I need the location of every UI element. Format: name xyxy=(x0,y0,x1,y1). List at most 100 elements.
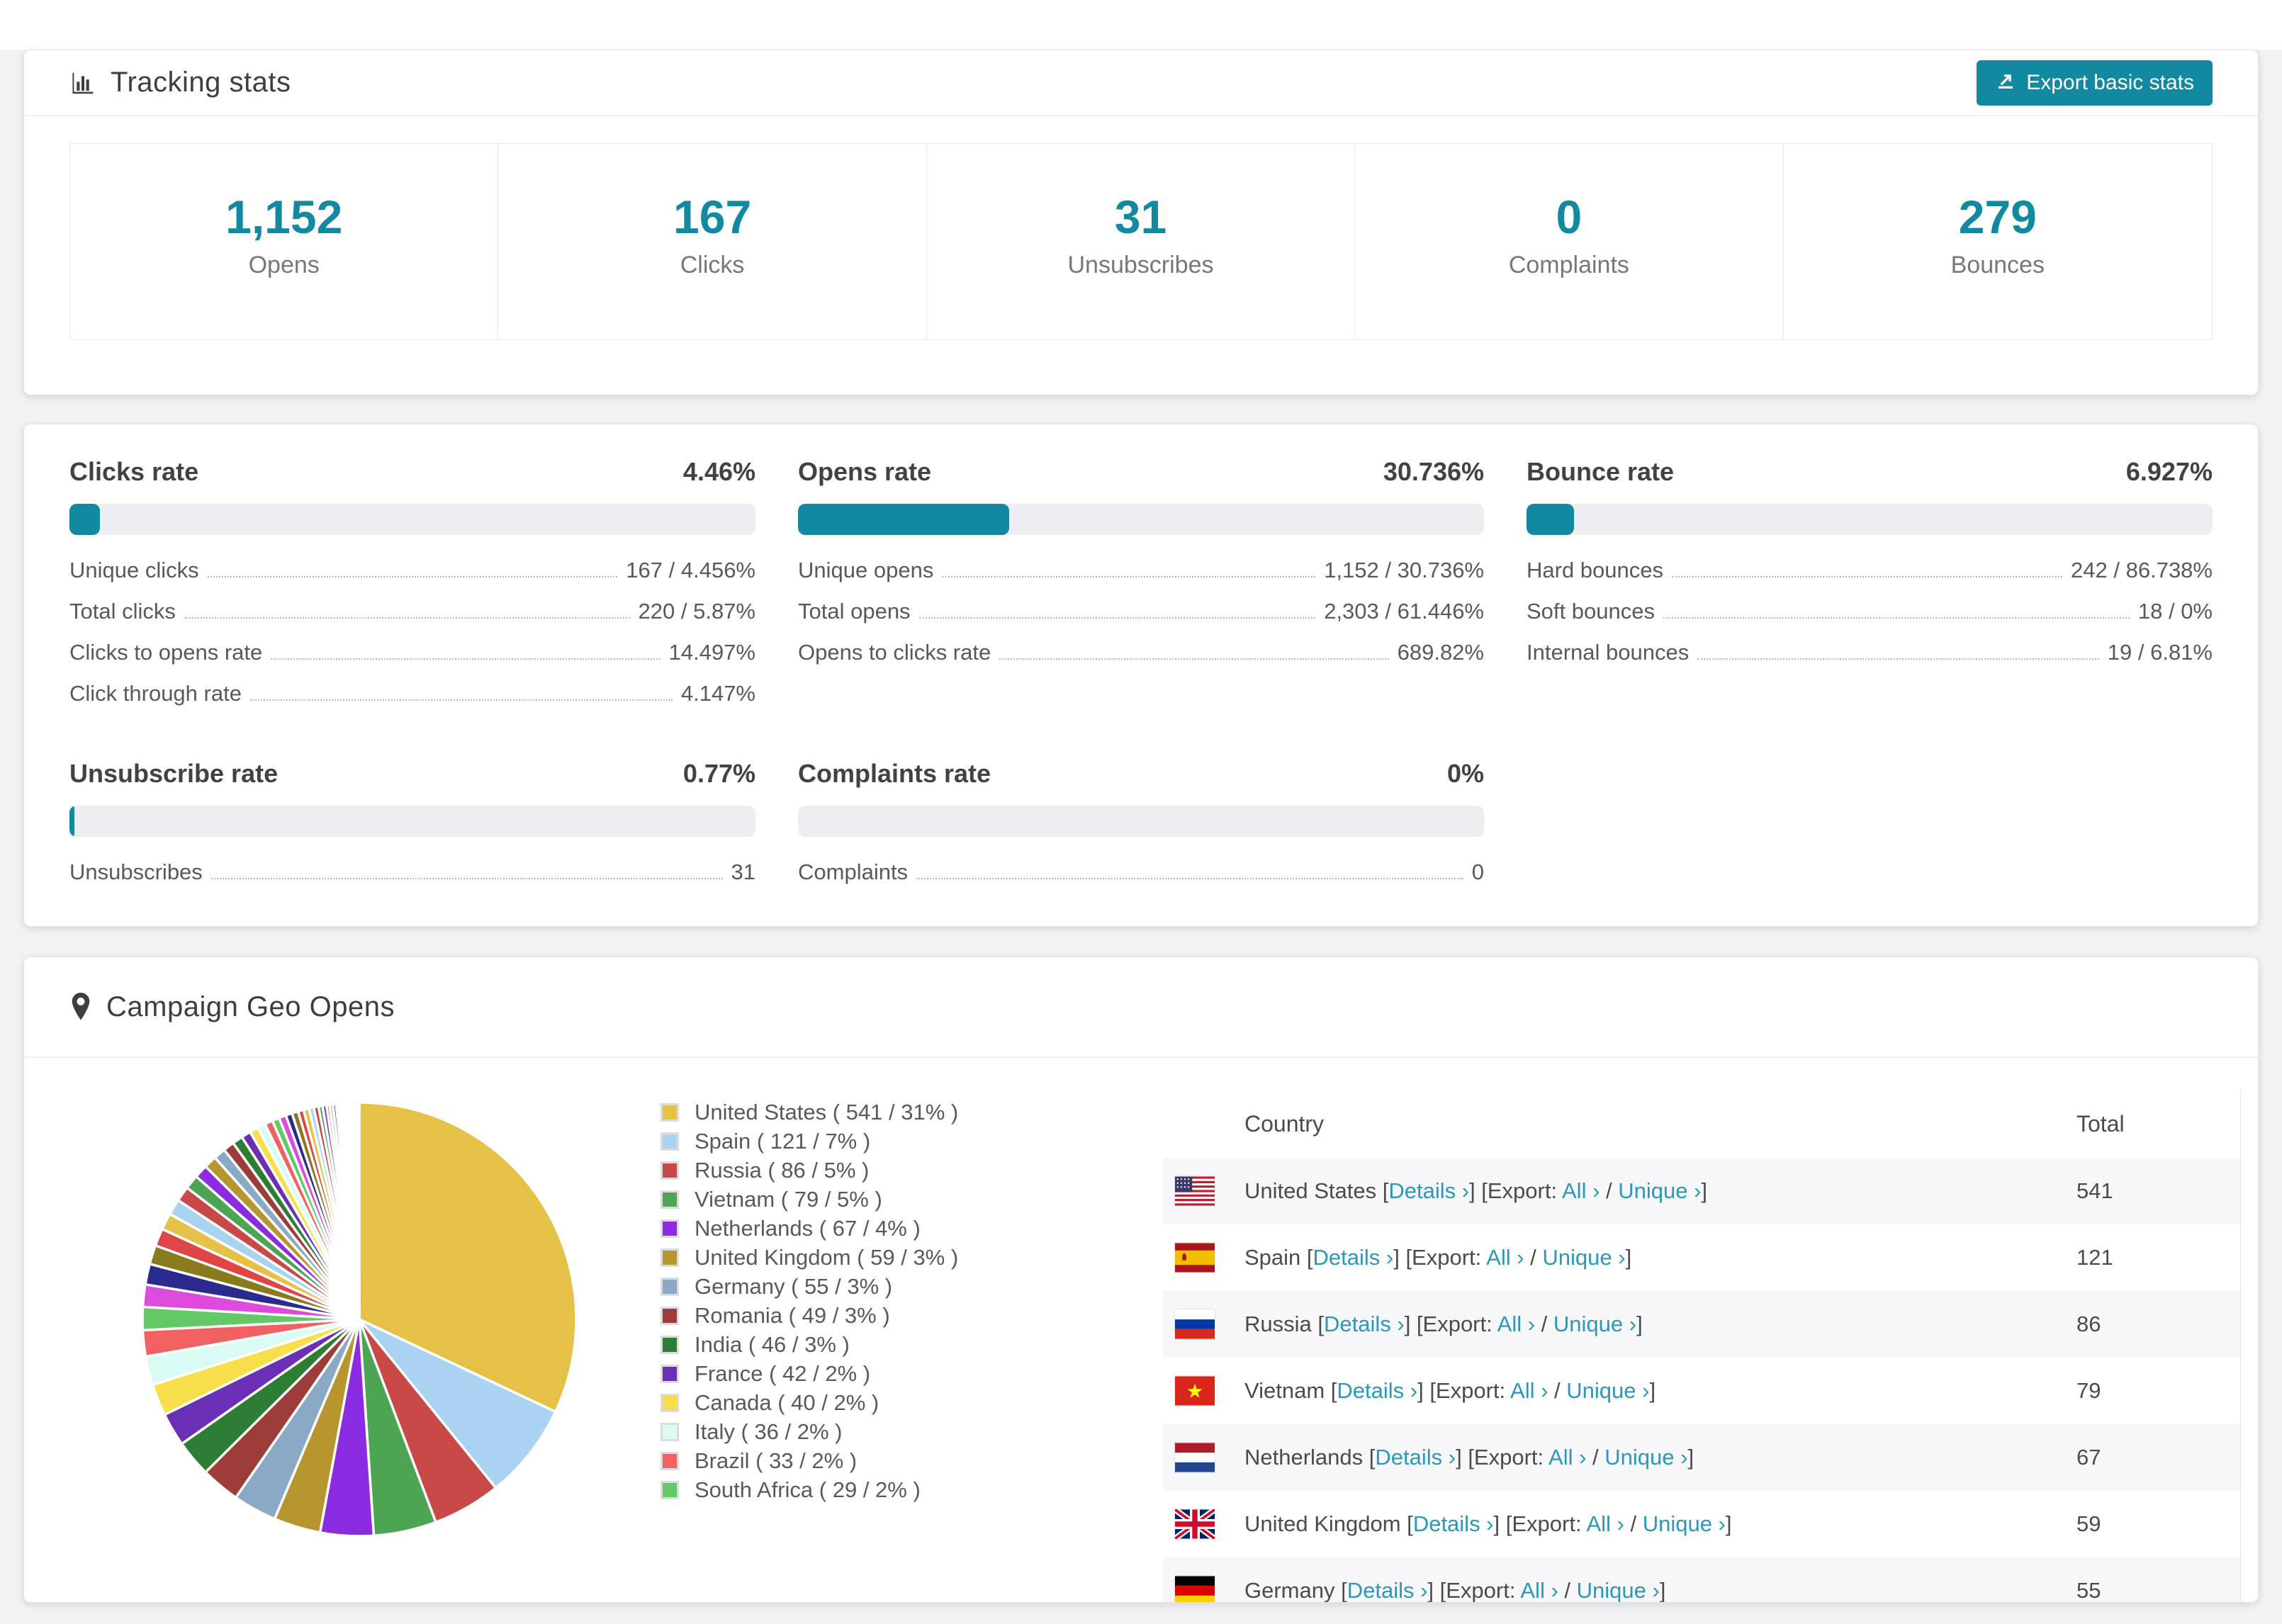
legend-item-russia: Russia ( 86 / 5% ) xyxy=(661,1156,1142,1185)
flag-icon-de xyxy=(1175,1576,1215,1602)
stat-label: Clicks xyxy=(680,252,745,278)
export-unique-link[interactable]: Unique › xyxy=(1542,1245,1625,1270)
geo-table-row-vietnam: Vietnam [Details ›] [Export: All › / Uni… xyxy=(1163,1358,2240,1424)
rate-title: Complaints rate xyxy=(798,759,991,788)
dotted-leader xyxy=(184,617,630,619)
rate-value: 4.46% xyxy=(682,457,755,486)
geo-title-text: Campaign Geo Opens xyxy=(106,991,395,1022)
country-cell: Germany [Details ›] [Export: All › / Uni… xyxy=(1244,1578,1666,1603)
export-all-link[interactable]: All › xyxy=(1548,1445,1586,1470)
progress-track xyxy=(69,504,755,535)
export-icon xyxy=(1995,69,2016,96)
dotted-leader xyxy=(1672,576,2063,577)
details-link[interactable]: Details › xyxy=(1337,1378,1417,1403)
progress-track xyxy=(69,806,755,837)
details-link[interactable]: Details › xyxy=(1324,1312,1405,1336)
legend-item-france: France ( 42 / 2% ) xyxy=(661,1359,1142,1388)
rates-card: Clicks rate 4.46% Unique clicks 167 / 4.… xyxy=(23,424,2259,927)
rate-head: Complaints rate 0% xyxy=(798,759,1484,789)
legend-swatch xyxy=(661,1422,679,1441)
geo-table-row-united-states: United States [Details ›] [Export: All ›… xyxy=(1163,1158,2240,1224)
legend-swatch xyxy=(661,1480,679,1499)
rate-row-soft-bounces: Soft bounces 18 / 0% xyxy=(1527,599,2213,624)
dotted-leader xyxy=(249,699,673,701)
legend-label: Netherlands ( 67 / 4% ) xyxy=(695,1215,921,1241)
rate-row-total-opens: Total opens 2,303 / 61.446% xyxy=(798,599,1484,624)
legend-label: Russia ( 86 / 5% ) xyxy=(695,1157,870,1183)
export-unique-link[interactable]: Unique › xyxy=(1566,1378,1649,1403)
map-pin-icon xyxy=(69,991,92,1022)
rate-block-complaints-rate: Complaints rate 0% Complaints 0 xyxy=(798,759,1484,901)
export-unique-link[interactable]: Unique › xyxy=(1643,1511,1726,1536)
country-cell: Russia [Details ›] [Export: All › / Uniq… xyxy=(1244,1312,1643,1336)
geo-pie-chart xyxy=(132,1092,587,1547)
geo-table-row-germany: Germany [Details ›] [Export: All › / Uni… xyxy=(1163,1557,2240,1603)
total-cell: 79 xyxy=(2076,1378,2101,1403)
legend-swatch xyxy=(661,1161,679,1180)
legend-label: United States ( 541 / 31% ) xyxy=(695,1099,959,1124)
rate-row-clicks-to-opens-rate: Clicks to opens rate 14.497% xyxy=(69,640,755,665)
stat-value: 1,152 xyxy=(225,191,343,243)
stat-label: Complaints xyxy=(1508,252,1629,278)
progress-fill xyxy=(798,504,1009,535)
details-link[interactable]: Details › xyxy=(1347,1578,1428,1602)
legend-item-germany: Germany ( 55 / 3% ) xyxy=(661,1272,1142,1301)
rate-head: Clicks rate 4.46% xyxy=(69,457,755,487)
export-all-link[interactable]: All › xyxy=(1486,1245,1524,1270)
rate-row-value: 0 xyxy=(1471,859,1484,884)
rate-row-hard-bounces: Hard bounces 242 / 86.738% xyxy=(1527,558,2213,583)
rate-row-value: 1,152 / 30.736% xyxy=(1324,558,1484,582)
details-link[interactable]: Details › xyxy=(1313,1245,1394,1270)
export-unique-link[interactable]: Unique › xyxy=(1618,1178,1701,1203)
legend-item-vietnam: Vietnam ( 79 / 5% ) xyxy=(661,1185,1142,1214)
details-link[interactable]: Details › xyxy=(1375,1445,1456,1470)
dotted-leader xyxy=(918,617,1316,619)
stat-value: 279 xyxy=(1958,191,2037,243)
rate-row-label: Clicks to opens rate xyxy=(69,640,263,665)
export-all-link[interactable]: All › xyxy=(1520,1578,1558,1602)
dotted-leader xyxy=(999,658,1389,660)
export-unique-link[interactable]: Unique › xyxy=(1604,1445,1687,1470)
summary-stats-row: 1,152 Opens 167 Clicks 31 Unsubscribes 0… xyxy=(69,143,2213,340)
export-all-link[interactable]: All › xyxy=(1510,1378,1548,1403)
rate-row-internal-bounces: Internal bounces 19 / 6.81% xyxy=(1527,640,2213,665)
tracking-stats-title: Tracking stats xyxy=(69,67,291,98)
rate-row-value: 2,303 / 61.446% xyxy=(1324,599,1484,624)
rate-row-value: 220 / 5.87% xyxy=(638,599,755,624)
dotted-leader xyxy=(942,576,1316,577)
stat-value: 31 xyxy=(1114,191,1167,243)
details-link[interactable]: Details › xyxy=(1413,1511,1494,1536)
legend-swatch xyxy=(661,1451,679,1470)
export-unique-link[interactable]: Unique › xyxy=(1553,1312,1636,1336)
export-basic-stats-button[interactable]: Export basic stats xyxy=(1977,60,2213,106)
rate-title: Bounce rate xyxy=(1527,457,1675,486)
rate-value: 0% xyxy=(1446,759,1484,788)
rate-row-total-clicks: Total clicks 220 / 5.87% xyxy=(69,599,755,624)
export-unique-link[interactable]: Unique › xyxy=(1577,1578,1660,1602)
rate-row-unique-opens: Unique opens 1,152 / 30.736% xyxy=(798,558,1484,583)
country-cell: Spain [Details ›] [Export: All › / Uniqu… xyxy=(1244,1245,1632,1270)
export-all-link[interactable]: All › xyxy=(1562,1178,1600,1203)
stat-cell-opens: 1,152 Opens xyxy=(70,144,499,339)
legend-label: Germany ( 55 / 3% ) xyxy=(695,1273,893,1299)
rate-block-unsubscribe-rate: Unsubscribe rate 0.77% Unsubscribes 31 xyxy=(69,759,755,901)
export-all-link[interactable]: All › xyxy=(1586,1511,1624,1536)
legend-label: Spain ( 121 / 7% ) xyxy=(695,1128,871,1154)
column-header-total: Total xyxy=(2076,1110,2125,1137)
legend-swatch xyxy=(661,1248,679,1267)
rate-rows: Complaints 0 xyxy=(798,859,1484,885)
export-all-link[interactable]: All › xyxy=(1497,1312,1535,1336)
details-link[interactable]: Details › xyxy=(1388,1178,1469,1203)
total-cell: 541 xyxy=(2076,1178,2113,1203)
stat-label: Opens xyxy=(248,252,320,278)
legend-item-united-kingdom: United Kingdom ( 59 / 3% ) xyxy=(661,1243,1142,1272)
rate-row-label: Soft bounces xyxy=(1527,599,1655,624)
rate-row-value: 31 xyxy=(731,859,755,884)
legend-item-india: India ( 46 / 3% ) xyxy=(661,1330,1142,1359)
rate-row-label: Complaints xyxy=(798,859,909,884)
rate-rows: Unique opens 1,152 / 30.736% Total opens… xyxy=(798,558,1484,665)
rate-value: 6.927% xyxy=(2125,457,2213,486)
flag-icon-es xyxy=(1175,1243,1215,1273)
dotted-leader xyxy=(207,576,618,577)
flag-icon-gb xyxy=(1175,1509,1215,1539)
